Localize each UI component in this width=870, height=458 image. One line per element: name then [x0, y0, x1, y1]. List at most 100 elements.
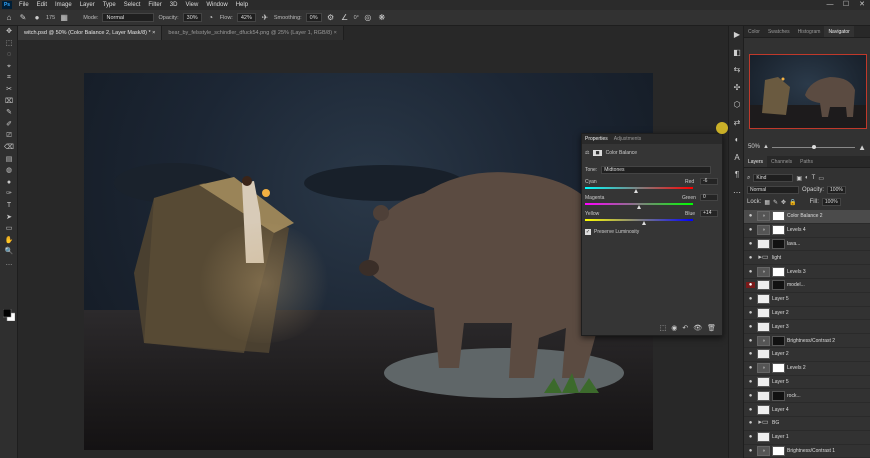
home-icon[interactable]: ⌂ — [4, 13, 14, 22]
tool-icon[interactable]: ◌ — [0, 49, 18, 61]
cyan-red-knob[interactable] — [634, 189, 639, 193]
brush-size[interactable]: 175 — [46, 15, 55, 21]
layer-row[interactable]: ● Layer 5 — [744, 376, 870, 390]
fill-input[interactable]: 100% — [821, 198, 841, 206]
close-button[interactable]: ✕ — [854, 0, 870, 10]
eye-icon[interactable]: ● — [746, 448, 755, 454]
layer-mask-thumbnail[interactable] — [772, 335, 785, 346]
tab-bear-png[interactable]: bear_by_felsstyle_schindler_dfuck54.png … — [162, 26, 344, 40]
dock-icon[interactable]: ✣ — [729, 79, 745, 97]
tool-icon[interactable]: ⬚ — [0, 38, 18, 50]
zoom-in-icon[interactable]: ▲ — [858, 143, 866, 152]
layer-row[interactable]: ● Layer 2 — [744, 307, 870, 321]
layer-mask-thumbnail[interactable] — [772, 238, 785, 249]
mode-select[interactable]: Normal — [102, 13, 155, 22]
tool-icon[interactable]: ✐ — [0, 119, 18, 131]
filter-type-icon[interactable]: T — [812, 175, 816, 181]
brush-settings-icon[interactable]: ▦ — [59, 13, 69, 22]
tab-navigator[interactable]: Navigator — [824, 26, 854, 37]
zoom-knob[interactable] — [811, 144, 816, 149]
eye-icon[interactable]: ● — [746, 379, 755, 385]
menu-layer[interactable]: Layer — [76, 2, 99, 8]
tool-icon[interactable]: ⎚ — [0, 130, 18, 142]
tab-histogram[interactable]: Histogram — [794, 26, 825, 37]
layer-row[interactable]: ● Layer 2 — [744, 348, 870, 362]
dock-icon[interactable]: ¶ — [729, 166, 745, 184]
tool-icon[interactable]: ✂ — [0, 84, 18, 96]
tool-icon[interactable]: ⌖ — [0, 61, 18, 73]
magenta-green-knob[interactable] — [636, 205, 641, 209]
zoom-slider[interactable] — [771, 144, 856, 149]
tool-icon[interactable]: … — [0, 258, 18, 270]
dock-icon[interactable]: ⇄ — [729, 114, 745, 132]
layer-row[interactable]: ● Layer 3 — [744, 320, 870, 335]
menu-help[interactable]: Help — [232, 2, 252, 8]
eye-icon[interactable]: ● — [746, 269, 755, 275]
layer-row[interactable]: ● Layer 4 — [744, 403, 870, 417]
tab-paths[interactable]: Paths — [796, 156, 817, 167]
clip-icon[interactable]: ⬚ — [660, 324, 667, 332]
tool-icon[interactable]: ⌗ — [0, 72, 18, 84]
tool-icon[interactable]: ⌧ — [0, 96, 18, 108]
eye-icon[interactable]: ● — [746, 365, 755, 371]
layer-row[interactable]: ● ◑ Color Balance 2 — [744, 210, 870, 224]
brush-preset-icon[interactable]: ● — [32, 13, 42, 22]
close-icon[interactable]: × — [334, 30, 337, 36]
flow-input[interactable]: 42% — [236, 13, 256, 22]
menu-type[interactable]: Type — [99, 2, 120, 8]
maximize-button[interactable]: ☐ — [838, 0, 854, 10]
tool-icon[interactable]: ✎ — [0, 107, 18, 119]
layer-mask-thumbnail[interactable] — [772, 211, 785, 222]
tool-icon[interactable]: ● — [0, 177, 18, 189]
preserve-checkbox[interactable]: ✓ — [585, 229, 591, 235]
eye-icon[interactable]: ● — [746, 407, 755, 413]
opacity-input[interactable]: 100% — [827, 186, 846, 194]
layer-row[interactable]: ● ▸▭ light — [744, 251, 870, 266]
menu-file[interactable]: File — [15, 2, 33, 8]
filter-shape-icon[interactable]: ▭ — [818, 175, 824, 182]
tool-icon[interactable]: 🔍 — [0, 246, 18, 258]
trash-icon[interactable]: 🗑 — [707, 324, 716, 332]
tool-icon[interactable]: ▤ — [0, 154, 18, 166]
tool-icon[interactable]: ✥ — [0, 26, 18, 38]
tab-channels[interactable]: Channels — [767, 156, 796, 167]
tool-icon[interactable]: ◍ — [0, 165, 18, 177]
layer-mask-thumbnail[interactable] — [772, 225, 785, 236]
blend-mode-select[interactable]: Normal — [747, 186, 799, 194]
airbrush-icon[interactable]: ✈ — [260, 13, 270, 22]
lock-all-icon[interactable]: 🔒 — [789, 199, 796, 206]
tool-icon[interactable]: ⌫ — [0, 142, 18, 154]
tab-swatches[interactable]: Swatches — [764, 26, 794, 37]
tab-adjustments[interactable]: Adjustments — [614, 136, 642, 142]
menu-image[interactable]: Image — [51, 2, 76, 8]
menu-view[interactable]: View — [181, 2, 202, 8]
opacity-input[interactable]: 30% — [182, 13, 202, 22]
angle-value[interactable]: 0° — [354, 15, 359, 21]
dock-icon[interactable]: ◐ — [729, 131, 745, 149]
symmetry-icon[interactable]: ❋ — [377, 13, 387, 22]
eye-icon[interactable]: ● — [746, 241, 755, 247]
layer-row[interactable]: ● Layer 5 — [744, 293, 870, 307]
eye-icon[interactable]: ● — [746, 213, 755, 219]
lock-paint-icon[interactable]: ✎ — [773, 199, 778, 206]
layer-mask-thumbnail[interactable] — [772, 280, 785, 291]
eye-icon[interactable]: ● — [746, 255, 755, 261]
tab-properties[interactable]: Properties — [585, 136, 608, 142]
document-canvas[interactable] — [84, 73, 653, 450]
menu-select[interactable]: Select — [120, 2, 145, 8]
layer-row[interactable]: ● model... — [744, 279, 870, 293]
minimize-button[interactable]: — — [822, 0, 838, 10]
layer-filter-select[interactable]: Kind — [753, 174, 794, 182]
layer-row[interactable]: ● ◑ Brightness/Contrast 2 — [744, 334, 870, 348]
pressure-size-icon[interactable]: ◎ — [363, 13, 373, 22]
menu-filter[interactable]: Filter — [144, 2, 165, 8]
layer-row[interactable]: ● ◑ Levels 4 — [744, 224, 870, 238]
tone-select[interactable]: Midtones — [601, 166, 712, 174]
menu-edit[interactable]: Edit — [33, 2, 51, 8]
tool-icon[interactable]: ▭ — [0, 223, 18, 235]
pressure-opacity-icon[interactable]: ◔ — [206, 13, 216, 22]
layer-row[interactable]: ● ◑ Brightness/Contrast 1 — [744, 445, 870, 458]
magenta-green-value[interactable]: 0 — [700, 194, 718, 201]
dock-icon[interactable]: A — [729, 149, 745, 167]
layer-mask-thumbnail[interactable] — [772, 363, 785, 374]
